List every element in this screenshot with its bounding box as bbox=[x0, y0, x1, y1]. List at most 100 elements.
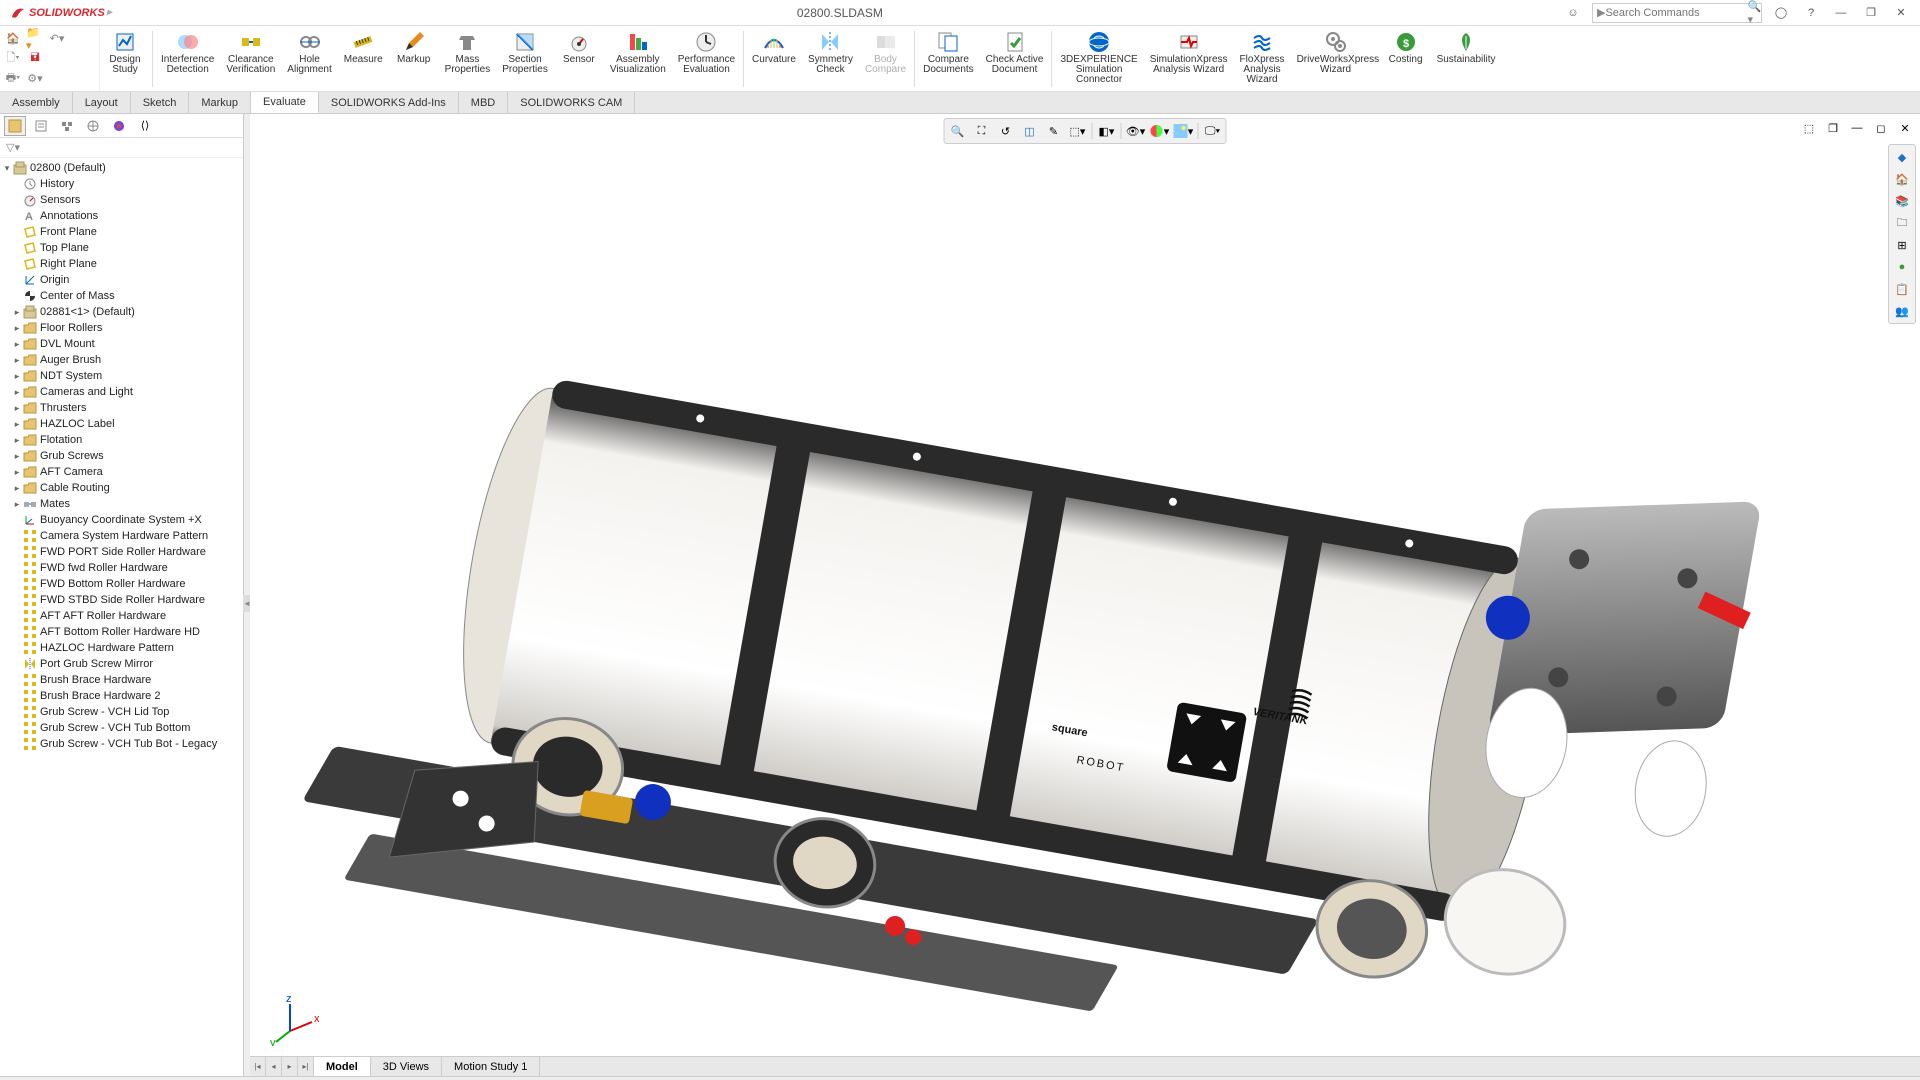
tree-node[interactable]: AFT AFT Roller Hardware bbox=[0, 608, 243, 624]
tree-node[interactable]: ▸02881<1> (Default) bbox=[0, 304, 243, 320]
user-icon[interactable]: ◯ bbox=[1770, 2, 1792, 24]
tree-node[interactable]: AAnnotations bbox=[0, 208, 243, 224]
home-icon[interactable]: 🏠 bbox=[4, 30, 22, 48]
cmd-tab-layout[interactable]: Layout bbox=[73, 92, 131, 113]
tree-filter-bar[interactable]: ▽▾ bbox=[0, 138, 243, 158]
tree-node[interactable]: ▸HAZLOC Label bbox=[0, 416, 243, 432]
expand-icon[interactable]: ▸ bbox=[12, 355, 22, 366]
tree-node[interactable]: Sensors bbox=[0, 192, 243, 208]
tree-node[interactable]: Port Grub Screw Mirror bbox=[0, 656, 243, 672]
cmd-tab-mbd[interactable]: MBD bbox=[459, 92, 508, 113]
expand-icon[interactable]: ▸ bbox=[12, 403, 22, 414]
zoom-area-icon[interactable]: ⛶ bbox=[971, 121, 993, 141]
ribbon-perf-eval[interactable]: PerformanceEvaluation bbox=[672, 28, 741, 90]
viewport-expand-icon[interactable]: ⬚ bbox=[1798, 118, 1820, 138]
ribbon-clearance[interactable]: ClearanceVerification bbox=[220, 28, 281, 90]
tree-node[interactable]: ▸Cameras and Light bbox=[0, 384, 243, 400]
expand-icon[interactable]: ▸ bbox=[12, 323, 22, 334]
ribbon-measure[interactable]: Measure bbox=[338, 28, 389, 90]
cmd-tab-sketch[interactable]: Sketch bbox=[131, 92, 190, 113]
cmd-tab-markup[interactable]: Markup bbox=[189, 92, 251, 113]
3dx-panel-icon[interactable]: ◆ bbox=[1891, 147, 1913, 167]
search-commands-input[interactable] bbox=[1605, 7, 1747, 19]
tree-node[interactable]: Origin bbox=[0, 272, 243, 288]
tree-node[interactable]: ▸Flotation bbox=[0, 432, 243, 448]
tree-node[interactable]: Front Plane bbox=[0, 224, 243, 240]
tree-node[interactable]: Brush Brace Hardware 2 bbox=[0, 688, 243, 704]
options-icon[interactable]: ⚙▾ bbox=[26, 70, 44, 88]
tree-node[interactable]: FWD Bottom Roller Hardware bbox=[0, 576, 243, 592]
cmd-tab-solidworks-cam[interactable]: SOLIDWORKS CAM bbox=[508, 92, 635, 113]
ribbon-asm-viz[interactable]: AssemblyVisualization bbox=[604, 28, 672, 90]
tree-node[interactable]: FWD fwd Roller Hardware bbox=[0, 560, 243, 576]
cmd-tab-evaluate[interactable]: Evaluate bbox=[251, 92, 319, 113]
ribbon-driveworks[interactable]: DriveWorksXpressWizard bbox=[1291, 28, 1381, 90]
tree-node[interactable]: ▸Cable Routing bbox=[0, 480, 243, 496]
tree-node[interactable]: Grub Screw - VCH Lid Top bbox=[0, 704, 243, 720]
expand-icon[interactable]: ▸ bbox=[12, 483, 22, 494]
ribbon-simxpress[interactable]: SimulationXpressAnalysis Wizard bbox=[1144, 28, 1234, 90]
property-manager-tab[interactable] bbox=[30, 116, 52, 136]
feature-manager-tab[interactable] bbox=[4, 116, 26, 136]
save-icon[interactable]: 🖬 bbox=[26, 50, 44, 68]
resources-panel-icon[interactable]: 🏠 bbox=[1891, 169, 1913, 189]
tree-node[interactable]: AFT Bottom Roller Hardware HD bbox=[0, 624, 243, 640]
tree-node[interactable]: Camera System Hardware Pattern bbox=[0, 528, 243, 544]
display-manager-tab[interactable] bbox=[108, 116, 130, 136]
undo-icon[interactable]: ↶▾ bbox=[48, 30, 66, 48]
cmd-tab-solidworks-add-ins[interactable]: SOLIDWORKS Add-Ins bbox=[319, 92, 459, 113]
print-icon[interactable]: 🖶▾ bbox=[4, 70, 22, 88]
ribbon-compare-docs[interactable]: CompareDocuments bbox=[917, 28, 980, 90]
configuration-manager-tab[interactable] bbox=[56, 116, 78, 136]
panel-overflow-icon[interactable]: ⟨⟩ bbox=[134, 116, 156, 136]
expand-icon[interactable]: ▸ bbox=[12, 387, 22, 398]
tree-node[interactable]: FWD STBD Side Roller Hardware bbox=[0, 592, 243, 608]
tree-node[interactable]: FWD PORT Side Roller Hardware bbox=[0, 544, 243, 560]
ribbon-symmetry[interactable]: SymmetryCheck bbox=[802, 28, 859, 90]
tab-scroll-last[interactable]: ▸| bbox=[298, 1057, 314, 1076]
collapse-icon[interactable]: ▾ bbox=[2, 163, 12, 174]
close-button[interactable]: ✕ bbox=[1890, 2, 1912, 24]
forum-panel-icon[interactable]: 👥 bbox=[1891, 301, 1913, 321]
tree-root-node[interactable]: ▾ 02800 (Default) bbox=[0, 160, 243, 176]
ribbon-curvature[interactable]: Curvature bbox=[746, 28, 802, 90]
ribbon-hole-align[interactable]: HoleAlignment bbox=[281, 28, 337, 90]
ribbon-mass-prop[interactable]: MassProperties bbox=[439, 28, 497, 90]
tree-node[interactable]: ▸Thrusters bbox=[0, 400, 243, 416]
tree-node[interactable]: ▸AFT Camera bbox=[0, 464, 243, 480]
display-style-icon[interactable]: ◧▾ bbox=[1096, 121, 1118, 141]
viewport-float-icon[interactable]: ❐ bbox=[1822, 118, 1844, 138]
viewport-min-icon[interactable]: — bbox=[1846, 118, 1868, 138]
dynamic-annotation-icon[interactable]: ✎ bbox=[1043, 121, 1065, 141]
expand-icon[interactable]: ▸ bbox=[12, 371, 22, 382]
tab-scroll-next[interactable]: ▸ bbox=[282, 1057, 298, 1076]
open-icon[interactable]: 📁▾ bbox=[26, 30, 44, 48]
orientation-triad[interactable]: x y z bbox=[270, 996, 320, 1046]
cmd-tab-assembly[interactable]: Assembly bbox=[0, 92, 73, 113]
ribbon-check-doc[interactable]: Check ActiveDocument bbox=[980, 28, 1050, 90]
help-icon[interactable]: ? bbox=[1800, 2, 1822, 24]
minimize-button[interactable]: — bbox=[1830, 2, 1852, 24]
bottom-tab-model[interactable]: Model bbox=[314, 1057, 371, 1076]
expand-icon[interactable]: ▸ bbox=[12, 307, 22, 318]
view-palette-icon[interactable]: ⊞ bbox=[1891, 235, 1913, 255]
expand-icon[interactable]: ▸ bbox=[12, 339, 22, 350]
custom-props-icon[interactable]: 📋 bbox=[1891, 279, 1913, 299]
ribbon-floxpress[interactable]: FloXpressAnalysisWizard bbox=[1234, 28, 1291, 90]
expand-icon[interactable]: ▸ bbox=[12, 467, 22, 478]
tree-node[interactable]: ▸Auger Brush bbox=[0, 352, 243, 368]
tree-node[interactable]: Right Plane bbox=[0, 256, 243, 272]
viewport-close-icon[interactable]: ✕ bbox=[1894, 118, 1916, 138]
tree-node[interactable]: Grub Screw - VCH Tub Bot - Legacy bbox=[0, 736, 243, 752]
design-library-icon[interactable]: 📚 bbox=[1891, 191, 1913, 211]
tab-scroll-first[interactable]: |◂ bbox=[250, 1057, 266, 1076]
restore-button[interactable]: ❐ bbox=[1860, 2, 1882, 24]
tree-node[interactable]: ▸Grub Screws bbox=[0, 448, 243, 464]
bottom-tab-3d-views[interactable]: 3D Views bbox=[371, 1057, 442, 1076]
new-icon[interactable]: 🗋▾ bbox=[4, 50, 22, 68]
expand-icon[interactable]: ▸ bbox=[12, 451, 22, 462]
previous-view-icon[interactable]: ↺ bbox=[995, 121, 1017, 141]
ribbon-3dx-sim[interactable]: 3DEXPERIENCESimulationConnector bbox=[1054, 28, 1143, 90]
zoom-fit-icon[interactable]: 🔍 bbox=[947, 121, 969, 141]
tree-node[interactable]: Buoyancy Coordinate System +X bbox=[0, 512, 243, 528]
